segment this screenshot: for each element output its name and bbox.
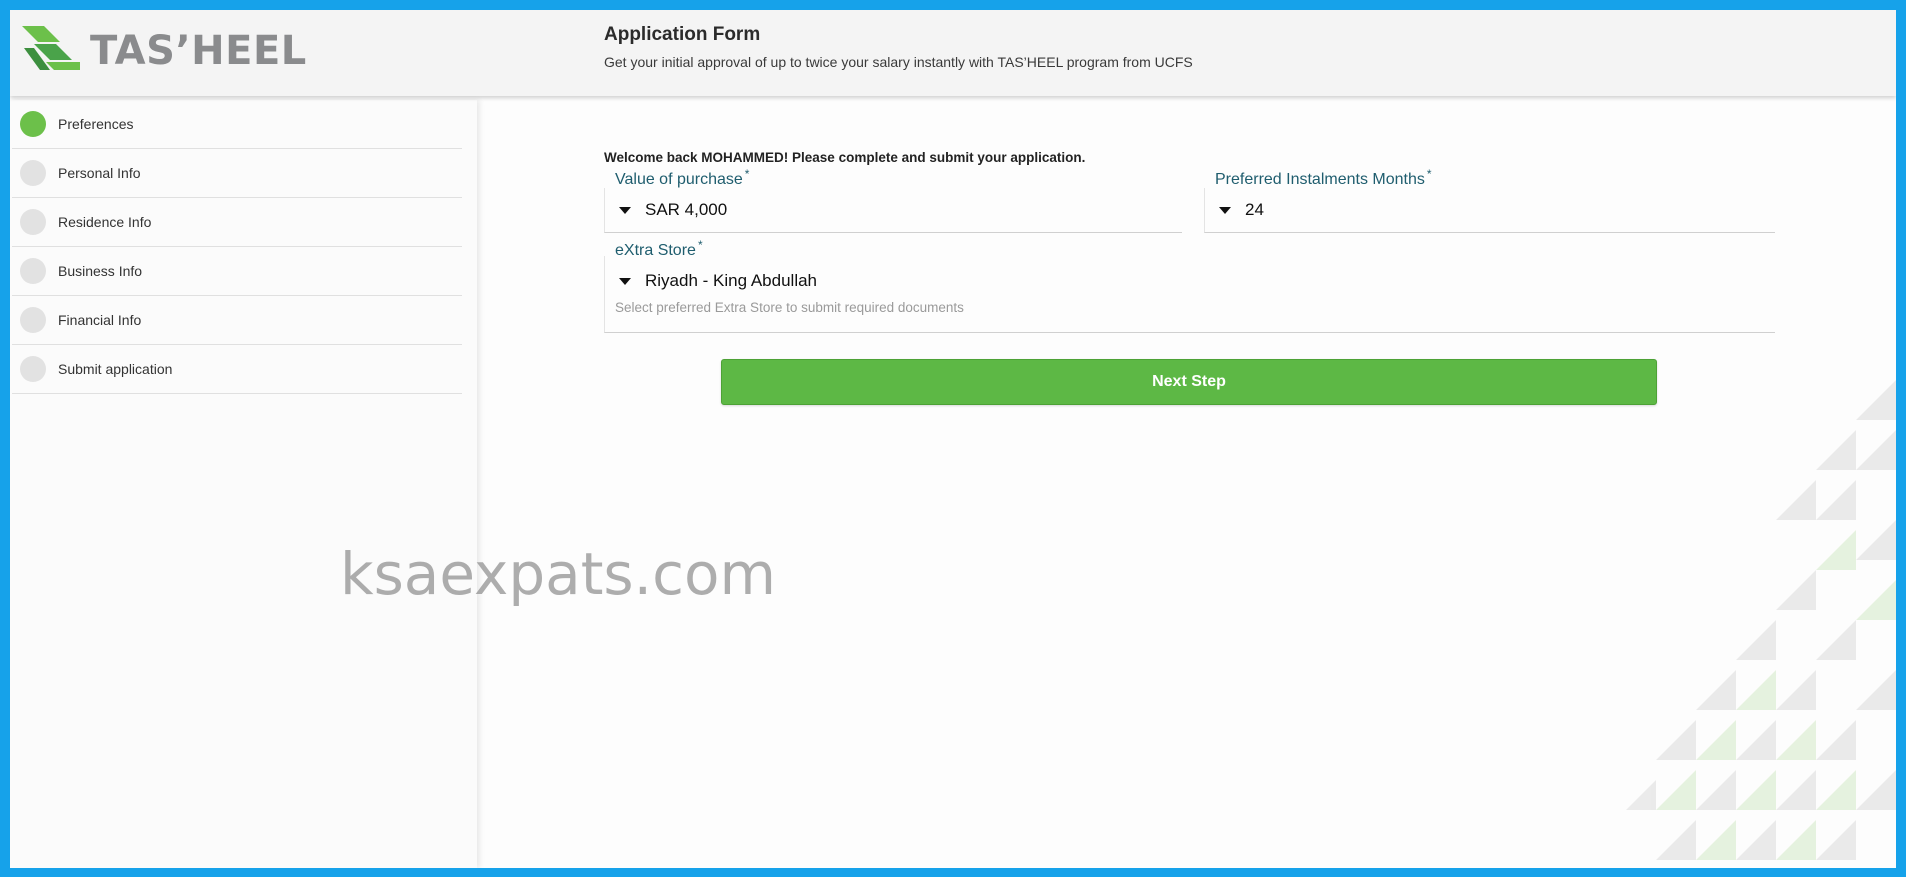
tasheel-logo-icon (22, 26, 80, 70)
store-value: Riyadh - King Abdullah (645, 271, 818, 290)
step-business-info[interactable]: Business Info (12, 247, 462, 296)
store-select[interactable]: Riyadh - King Abdullah (605, 264, 1775, 298)
caret-down-icon (619, 206, 631, 214)
value-of-purchase-value: SAR 4,000 (645, 200, 728, 219)
step-label: Personal Info (58, 165, 141, 181)
step-status-dot (20, 258, 46, 284)
label-text: Value of purchase (615, 171, 743, 188)
logo: TAS’HEEL (20, 20, 307, 82)
decorative-triangle-pattern (1626, 380, 1896, 860)
step-label: Financial Info (58, 312, 142, 328)
step-label: Business Info (58, 263, 143, 279)
step-residence-info[interactable]: Residence Info (12, 198, 462, 247)
page-subtitle: Get your initial approval of up to twice… (604, 54, 1193, 70)
label-text: Preferred Instalments Months (1215, 171, 1425, 188)
required-mark: * (697, 238, 703, 252)
required-mark: * (1426, 167, 1432, 181)
step-preferences[interactable]: Preferences (12, 100, 462, 149)
app-frame: TAS’HEEL Application Form Get your initi… (10, 10, 1896, 868)
step-status-dot (20, 356, 46, 382)
instalments-label: Preferred Instalments Months * (1215, 167, 1432, 189)
step-label: Preferences (58, 116, 134, 132)
header: TAS’HEEL Application Form Get your initi… (10, 10, 1896, 96)
welcome-message: Welcome back MOHAMMED! Please complete a… (604, 150, 1086, 165)
step-status-dot (20, 307, 46, 333)
store-field: Riyadh - King Abdullah Select preferred … (604, 256, 1775, 333)
step-financial-info[interactable]: Financial Info (12, 296, 462, 345)
caret-down-icon (1219, 206, 1231, 214)
instalments-select[interactable]: 24 (1204, 188, 1775, 233)
step-status-dot (20, 111, 46, 137)
step-status-dot (20, 209, 46, 235)
logo-text: TAS’HEEL (90, 28, 307, 74)
watermark: ksaexpats.com (340, 540, 776, 608)
next-step-button[interactable]: Next Step (721, 359, 1657, 405)
instalments-value: 24 (1245, 200, 1264, 219)
store-helper-text: Select preferred Extra Store to submit r… (615, 300, 964, 315)
required-mark: * (744, 167, 750, 181)
step-status-dot (20, 160, 46, 186)
header-text: Application Form Get your initial approv… (604, 24, 1193, 70)
value-of-purchase-label: Value of purchase * (615, 167, 749, 189)
step-label: Submit application (58, 361, 173, 377)
caret-down-icon (619, 277, 631, 285)
step-label: Residence Info (58, 214, 152, 230)
steps-sidebar: Preferences Personal Info Residence Info… (10, 100, 477, 868)
page-title: Application Form (604, 24, 761, 45)
step-personal-info[interactable]: Personal Info (12, 149, 462, 198)
step-submit-application[interactable]: Submit application (12, 345, 462, 394)
value-of-purchase-select[interactable]: SAR 4,000 (604, 188, 1182, 233)
